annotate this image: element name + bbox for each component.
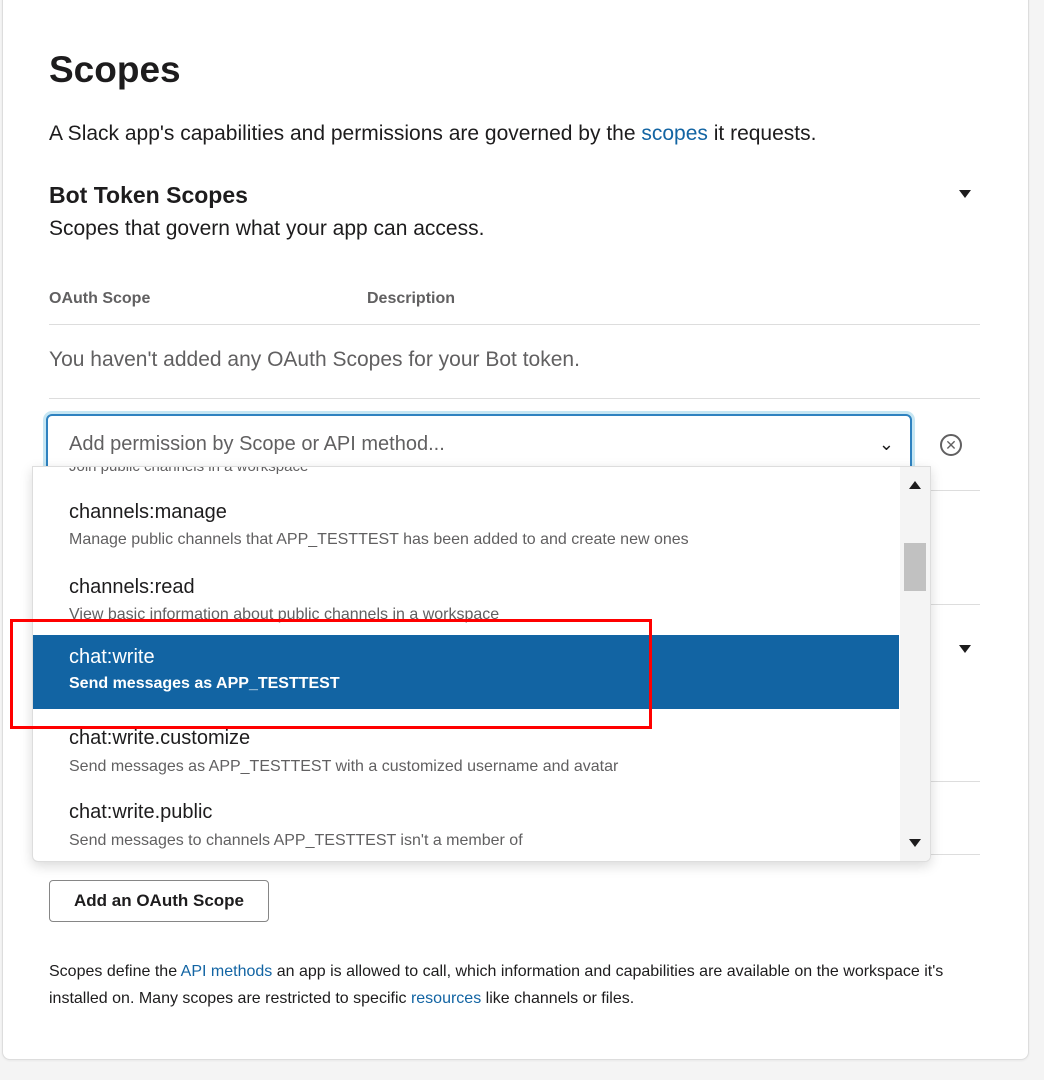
scroll-up-arrow-icon[interactable] [909, 481, 921, 489]
section-divider [929, 490, 980, 491]
scopes-link[interactable]: scopes [641, 122, 708, 145]
highlight-annotation-box [10, 619, 652, 729]
scope-search-input[interactable]: Add permission by Scope or API method... [69, 433, 445, 456]
option-description: Send messages to channels APP_TESTTEST i… [69, 832, 523, 849]
option-name: chat:write.public [69, 801, 213, 823]
collapse-caret-icon[interactable] [959, 645, 971, 653]
option-name: chat:write.customize [69, 727, 251, 749]
intro-text-before: A Slack app's capabilities and permissio… [49, 122, 642, 145]
scrollbar-thumb[interactable] [904, 543, 926, 591]
section-divider [929, 854, 980, 855]
intro-text-after: it requests. [707, 122, 817, 145]
clear-icon[interactable]: ✕ [940, 434, 962, 456]
scopes-intro: A Slack app's capabilities and permissio… [49, 120, 816, 148]
header-divider [49, 324, 980, 325]
collapse-caret-icon[interactable] [959, 190, 971, 198]
section-divider [929, 781, 980, 782]
option-description: Send messages as APP_TESTTEST with a cus… [69, 758, 619, 775]
scope-search-select[interactable]: Add permission by Scope or API method...… [46, 414, 912, 472]
dropdown-option[interactable]: channels:manage Manage public channels t… [33, 467, 899, 548]
empty-row-divider [49, 398, 980, 399]
page-title: Scopes [49, 49, 181, 90]
empty-scopes-message: You haven't added any OAuth Scopes for y… [49, 348, 580, 371]
section-divider [929, 604, 980, 605]
dropdown-scrollbar[interactable] [900, 467, 930, 861]
dropdown-option[interactable]: channels:read View basic information abo… [33, 541, 899, 623]
column-header-scope: OAuth Scope [49, 290, 151, 307]
resources-link[interactable]: resources [411, 990, 481, 1007]
chevron-down-icon[interactable]: ⌄ [879, 434, 894, 455]
scroll-down-arrow-icon[interactable] [909, 839, 921, 847]
option-name: channels:manage [69, 501, 227, 523]
footer-text: Scopes define the [49, 963, 181, 980]
footer-text: like channels or files. [481, 990, 635, 1007]
scopes-footer-note: Scopes define the API methods an app is … [49, 958, 979, 1012]
bot-token-scopes-title: Bot Token Scopes [49, 182, 248, 208]
option-name: channels:read [69, 576, 195, 598]
bot-token-scopes-description: Scopes that govern what your app can acc… [49, 217, 485, 240]
column-header-description: Description [367, 290, 456, 307]
add-oauth-scope-button[interactable]: Add an OAuth Scope [49, 880, 269, 922]
api-methods-link[interactable]: API methods [181, 963, 273, 980]
dropdown-option[interactable]: chat:write.public Send messages to chann… [33, 783, 899, 857]
